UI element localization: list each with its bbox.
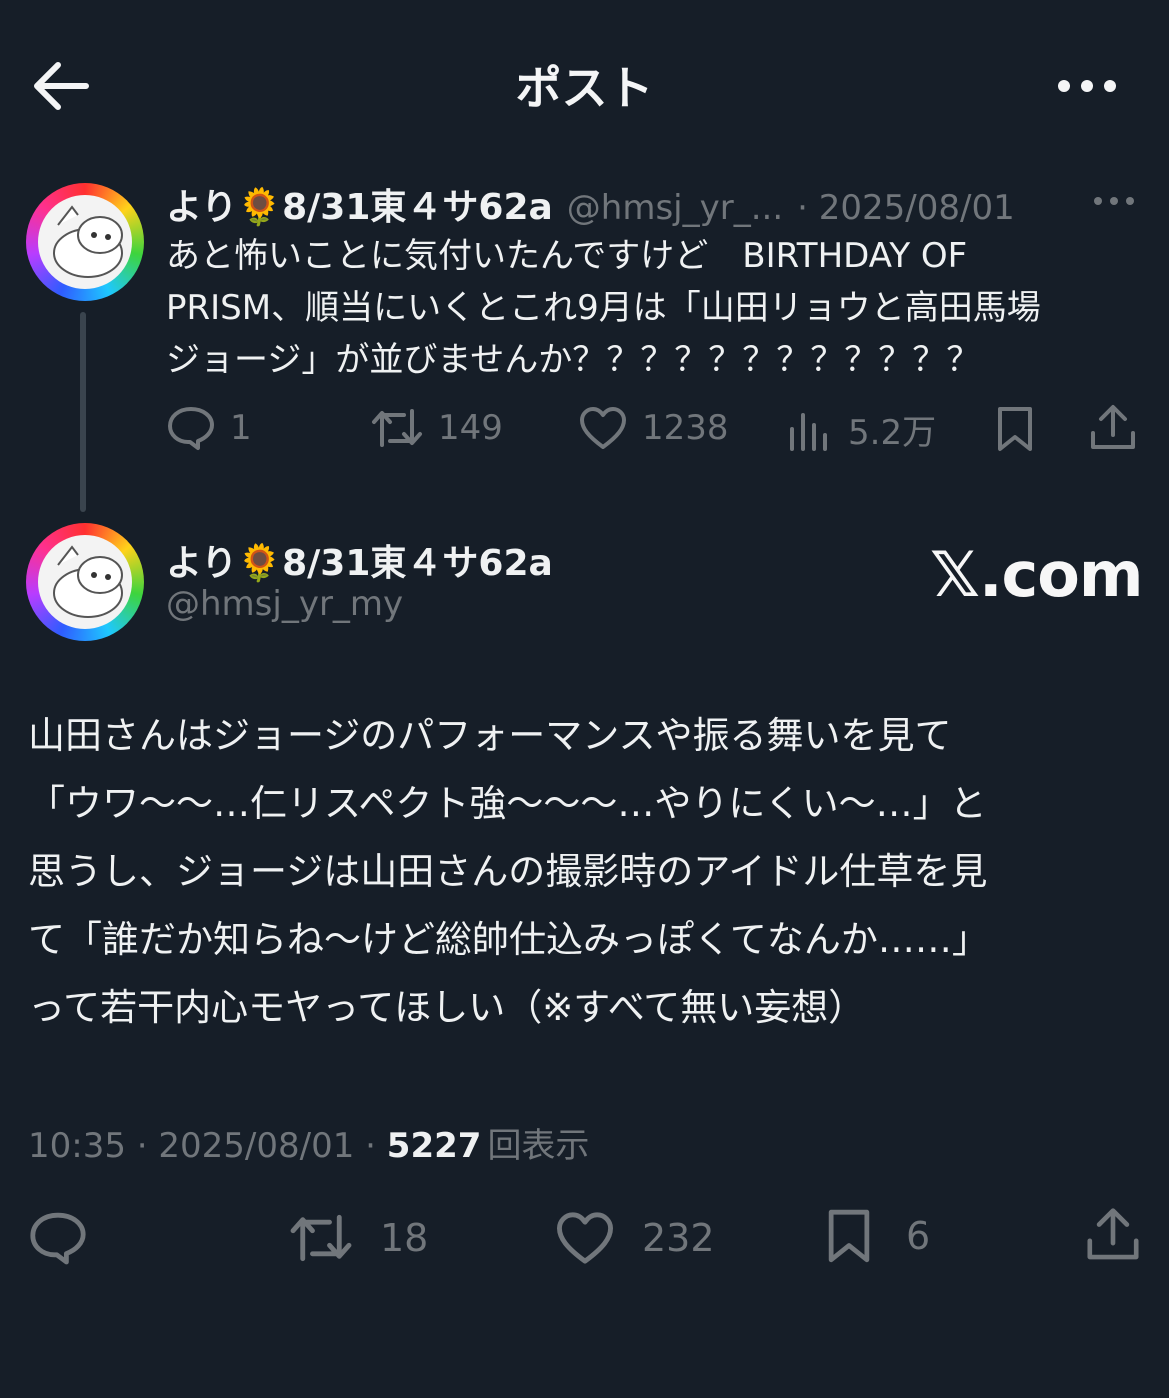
- thread-connector-line: [80, 312, 86, 512]
- text-line: ジョージ」が並びませんか？？？？？？？？？？？？: [166, 340, 981, 380]
- post-meta: 10:35 · 2025/08/01 · 5227 回表示: [28, 1118, 589, 1167]
- views-button[interactable]: 5.2万: [786, 405, 936, 454]
- share-button[interactable]: [1084, 1206, 1142, 1268]
- reply-bubble-icon: [168, 407, 214, 450]
- more-dots-icon: [1094, 197, 1134, 205]
- share-button[interactable]: [1088, 403, 1138, 457]
- text-line: 「ウワ〜〜…仁リスペクト強〜〜〜…やりにくい〜…」と: [28, 782, 987, 825]
- user-handle[interactable]: @hmsj_yr_...: [567, 188, 783, 228]
- text-line: って若干内心モヤってほしい（※すべて無い妄想）: [28, 986, 866, 1029]
- bookmark-button[interactable]: 6: [824, 1206, 930, 1266]
- reply-count: 1: [230, 408, 252, 448]
- text-line: あと怖いことに気付いたんですけど BIRTHDAY OF: [166, 236, 968, 276]
- post-timestamp[interactable]: 10:35 · 2025/08/01 ·: [28, 1126, 387, 1166]
- heart-icon: [557, 1212, 613, 1264]
- x-com-watermark: 𝕏.com: [930, 538, 1143, 611]
- share-icon: [1091, 405, 1135, 449]
- text-line: て「誰だか知らね〜けど総帥仕込みっぽくてなんか……」: [28, 918, 989, 961]
- view-label: 回表示: [487, 1126, 590, 1166]
- avatar-illustration: [38, 535, 132, 629]
- bookmark-button[interactable]: [994, 405, 1036, 457]
- post-date: · 2025/08/01: [797, 188, 1015, 228]
- share-icon: [1087, 1208, 1139, 1260]
- avatar[interactable]: [26, 183, 144, 301]
- repost-count: 149: [438, 408, 503, 448]
- reply-button[interactable]: 1: [166, 405, 252, 451]
- more-options-button[interactable]: [1052, 66, 1122, 106]
- repost-count: 18: [380, 1216, 429, 1260]
- like-count: 232: [642, 1216, 715, 1260]
- page-title: ポスト: [515, 61, 654, 115]
- display-name[interactable]: より🌻8/31東４サ62a: [166, 178, 553, 230]
- bookmark-icon: [998, 407, 1032, 451]
- like-button[interactable]: 1238: [578, 405, 729, 451]
- more-dots-icon: [1058, 80, 1116, 92]
- repost-button[interactable]: 18: [288, 1210, 428, 1266]
- heart-icon: [580, 407, 626, 449]
- like-count: 1238: [642, 408, 729, 448]
- display-name[interactable]: より🌻8/31東４サ62a: [166, 534, 553, 586]
- main-tweet-text: 山田さんはジョージのパフォーマンスや振る舞いを見て 「ウワ〜〜…仁リスペクト強〜…: [28, 702, 1148, 1042]
- text-line: PRISM、順当にいくとこれ9月は「山田リョウと高田馬場: [166, 288, 1041, 328]
- repost-icon: [290, 1214, 352, 1262]
- text-line: 山田さんはジョージのパフォーマンスや振る舞いを見て: [28, 714, 952, 757]
- bookmark-count: 6: [906, 1214, 931, 1258]
- like-button[interactable]: 232: [554, 1210, 715, 1266]
- user-handle[interactable]: @hmsj_yr_my: [166, 584, 403, 624]
- reply-tweet-text: あと怖いことに気付いたんですけど BIRTHDAY OF PRISM、順当にいく…: [166, 230, 1146, 386]
- view-count: 5.2万: [848, 413, 937, 453]
- reply-button[interactable]: [28, 1210, 88, 1270]
- reply-tweet-header: より🌻8/31東４サ62a @hmsj_yr_... · 2025/08/01: [166, 178, 1106, 230]
- tweet-more-button[interactable]: [1090, 186, 1138, 220]
- avatar[interactable]: [26, 523, 144, 641]
- text-line: 思うし、ジョージは山田さんの撮影時のアイドル仕草を見: [28, 850, 988, 893]
- analytics-bars-icon: [790, 412, 827, 451]
- avatar-illustration: [38, 195, 132, 289]
- reply-bubble-icon: [30, 1212, 86, 1265]
- repost-icon: [372, 409, 422, 447]
- view-count: 5227: [386, 1126, 482, 1166]
- bookmark-icon: [828, 1209, 870, 1263]
- repost-button[interactable]: 149: [370, 405, 503, 451]
